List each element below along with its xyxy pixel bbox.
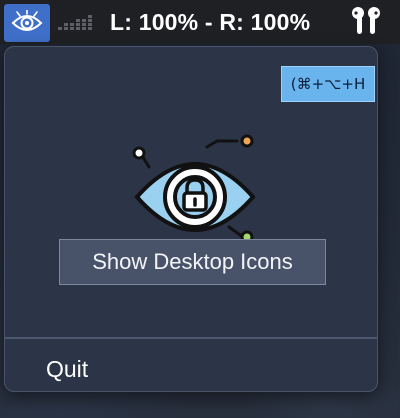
volume-bars-icon <box>58 15 92 30</box>
menu-bar: L: 100% - R: 100% <box>0 0 400 44</box>
keyboard-shortcut-badge: (⌘+⌥+H <box>281 66 375 102</box>
airpods-icon[interactable] <box>350 6 382 36</box>
eye-outline-icon <box>11 10 43 31</box>
eye-lock-circuit-icon <box>132 134 256 254</box>
show-desktop-icons-button[interactable]: Show Desktop Icons <box>59 239 326 285</box>
menu-divider <box>5 337 377 339</box>
app-menu-button[interactable] <box>4 4 50 42</box>
quit-menu-item[interactable]: Quit <box>5 347 377 391</box>
quit-label: Quit <box>46 356 89 382</box>
app-dropdown-menu: (⌘+⌥+H Show Desktop Icons Quit <box>4 46 378 392</box>
volume-balance-readout[interactable]: L: 100% - R: 100% <box>110 7 310 37</box>
